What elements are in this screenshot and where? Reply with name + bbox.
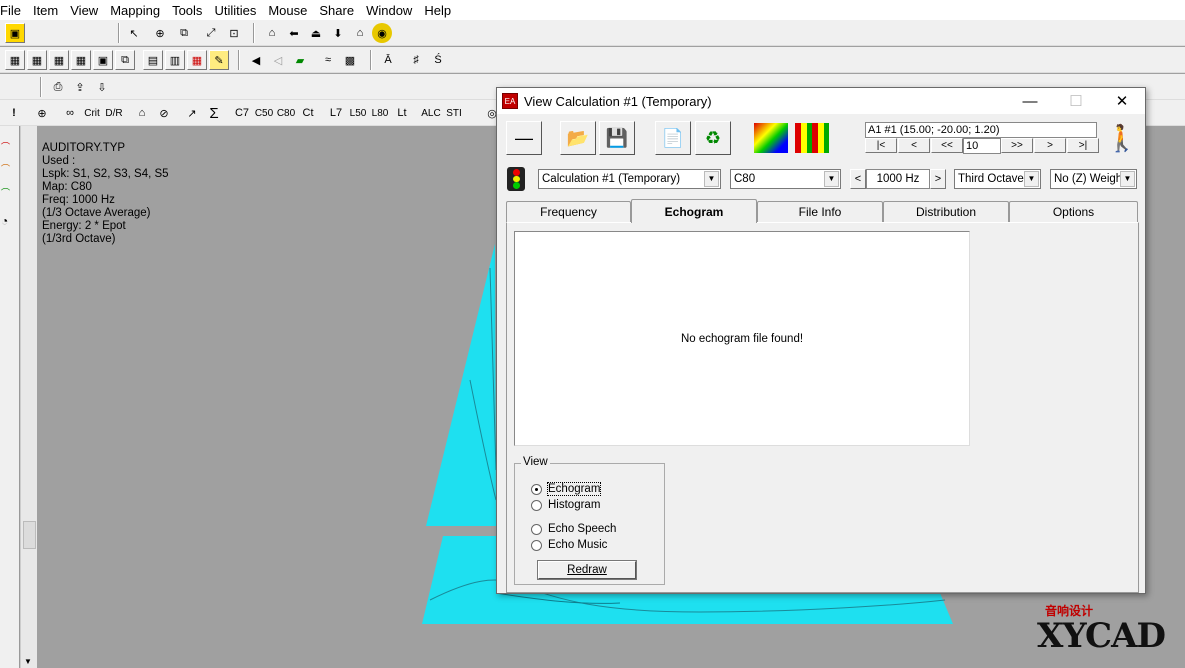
nav-next-button[interactable]: >: [1034, 138, 1066, 153]
view-calculation-window: EA View Calculation #1 (Temporary) — ☐ ✕…: [496, 87, 1146, 594]
tab-frequency[interactable]: Frequency: [506, 201, 631, 222]
radio-label: Echo Speech: [548, 523, 617, 535]
info-line: (1/3 Octave Average): [42, 207, 151, 219]
radio-icon: [531, 523, 542, 535]
info-line: Map: C80: [42, 181, 92, 193]
echogram-canvas: No echogram file found!: [514, 231, 970, 446]
info-line: Energy: 2 * Epot: [42, 220, 126, 232]
calculation-select-value: Calculation #1 (Temporary): [542, 173, 681, 185]
parameter-select-value: C80: [734, 173, 756, 185]
no-echogram-message: No echogram file found!: [680, 333, 804, 345]
walking-man-icon[interactable]: 🚶: [1106, 121, 1138, 155]
nav-first-button[interactable]: |<: [865, 138, 897, 153]
weighting-select-value: No (Z) Weigh: [1054, 173, 1123, 185]
radio-icon: [531, 539, 542, 551]
listeners-icon[interactable]: [795, 123, 829, 153]
frequency-field[interactable]: 1000 Hz: [866, 169, 930, 189]
radio-histogram[interactable]: Histogram: [531, 499, 600, 511]
chevron-down-icon[interactable]: ▼: [704, 171, 719, 187]
notes-button[interactable]: 📄: [655, 121, 691, 155]
floppy-icon: 💾: [605, 127, 629, 148]
radio-icon: [531, 499, 542, 511]
minimize-button[interactable]: —: [1007, 88, 1053, 114]
band-select[interactable]: Third Octave ▼: [954, 169, 1041, 189]
line-icon: —: [515, 127, 533, 148]
nav-last-button[interactable]: >|: [1067, 138, 1099, 153]
view-group: View Echogram Histogram Echo Speech Echo…: [514, 456, 665, 585]
logo-en-text: XYCAD: [1037, 616, 1166, 656]
redraw-button[interactable]: Redraw: [538, 561, 636, 579]
radio-selected-icon: [531, 483, 542, 495]
info-line: Used :: [42, 155, 76, 167]
line-tool-button[interactable]: —: [506, 121, 542, 155]
map-region-upper: [426, 244, 496, 526]
calculation-select[interactable]: Calculation #1 (Temporary) ▼: [538, 169, 721, 189]
traffic-light-icon: [507, 167, 525, 191]
info-line: AUDITORY.TYP: [42, 142, 126, 154]
nav-prev-fast-button[interactable]: <<: [931, 138, 963, 153]
view-group-label: View: [521, 456, 550, 468]
parameter-select[interactable]: C80 ▼: [730, 169, 841, 189]
radio-echogram[interactable]: Echogram: [531, 482, 602, 496]
nav-next-fast-button[interactable]: >>: [1001, 138, 1033, 153]
open-button[interactable]: 📂: [560, 121, 596, 155]
title-bar[interactable]: EA View Calculation #1 (Temporary) — ☐ ✕: [497, 88, 1145, 114]
nav-prev-button[interactable]: <: [898, 138, 930, 153]
info-line: Freq: 1000 Hz: [42, 194, 115, 206]
recycle-button[interactable]: ♻: [695, 121, 731, 155]
app-icon: EA: [502, 93, 518, 109]
maximize-button[interactable]: ☐: [1053, 88, 1099, 114]
tab-echogram[interactable]: Echogram: [631, 199, 757, 223]
radio-echo-music[interactable]: Echo Music: [531, 539, 607, 551]
xycad-logo: 音响设计 XYCAD: [1037, 602, 1177, 662]
receiver-position: A1 #1 (15.00; -20.00; 1.20): [865, 122, 1097, 138]
save-button[interactable]: 💾: [599, 121, 635, 155]
freq-prev-button[interactable]: <: [850, 169, 866, 189]
folder-open-icon: 📂: [566, 127, 590, 148]
window-title: View Calculation #1 (Temporary): [524, 93, 712, 109]
step-input[interactable]: 10: [963, 138, 1001, 154]
chevron-down-icon[interactable]: ▼: [1120, 171, 1135, 187]
tab-options[interactable]: Options: [1009, 201, 1138, 222]
chevron-down-icon[interactable]: ▼: [1024, 171, 1039, 187]
info-line: Lspk: S1, S2, S3, S4, S5: [42, 168, 169, 180]
radio-label: Histogram: [548, 499, 601, 511]
tab-distribution[interactable]: Distribution: [883, 201, 1009, 222]
close-button[interactable]: ✕: [1099, 88, 1145, 114]
tab-file-info[interactable]: File Info: [757, 201, 883, 222]
weighting-select[interactable]: No (Z) Weigh ▼: [1050, 169, 1137, 189]
radio-echo-speech[interactable]: Echo Speech: [531, 523, 616, 535]
info-line: (1/3rd Octave): [42, 233, 116, 245]
recycle-bin-icon: ♻: [704, 127, 722, 148]
chevron-down-icon[interactable]: ▼: [824, 171, 839, 187]
freq-next-button[interactable]: >: [930, 169, 946, 189]
band-select-value: Third Octave: [958, 173, 1024, 185]
map-info: AUDITORY.TYP Used : Lspk: S1, S2, S3, S4, …: [42, 129, 169, 259]
map-region-band: [422, 526, 496, 536]
radio-label: Echogram: [546, 482, 602, 496]
color-map-icon[interactable]: [754, 123, 788, 153]
document-icon: 📄: [661, 127, 685, 148]
radio-label: Echo Music: [548, 539, 608, 551]
